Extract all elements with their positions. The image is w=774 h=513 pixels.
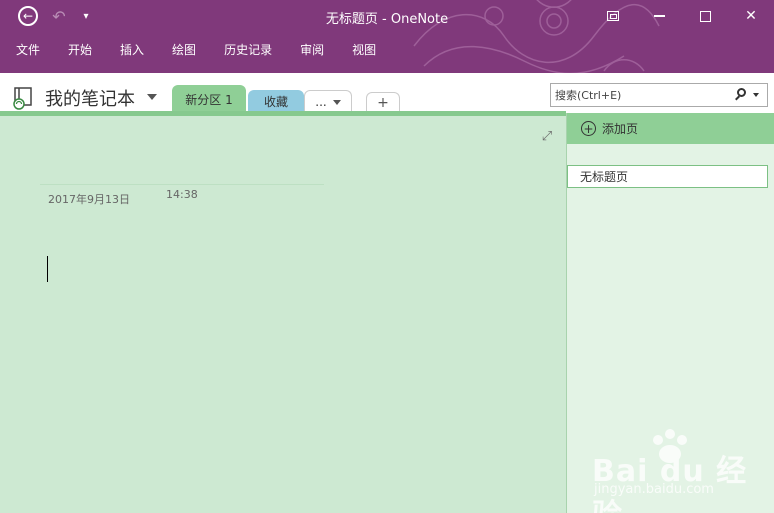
ribbon-tab-view[interactable]: 视图 bbox=[352, 41, 390, 58]
maximize-button[interactable] bbox=[682, 0, 728, 32]
page-title-line bbox=[40, 184, 324, 185]
maximize-icon bbox=[699, 10, 711, 22]
ribbon-tabs: 文件 开始 插入 绘图 历史记录 审阅 视图 bbox=[16, 41, 404, 58]
page-time: 14:38 bbox=[166, 188, 198, 201]
ribbon-tab-home[interactable]: 开始 bbox=[68, 41, 106, 58]
back-arrow-icon: ← bbox=[22, 9, 34, 23]
notebook-sync-icon[interactable] bbox=[12, 86, 36, 110]
section-tab-more[interactable]: ... bbox=[304, 90, 352, 113]
chevron-down-icon bbox=[332, 99, 341, 105]
watermark-brand: Bai du 经验 bbox=[592, 454, 748, 513]
add-circle-icon: + bbox=[581, 121, 596, 136]
quick-access-customize-button[interactable]: ▾ bbox=[80, 11, 92, 22]
notebook-name[interactable]: 我的笔记本 bbox=[45, 85, 135, 111]
section-tab-new-section-1[interactable]: 新分区 1 bbox=[172, 85, 246, 113]
ribbon-tab-file[interactable]: 文件 bbox=[16, 41, 54, 58]
undo-button[interactable]: ↶ bbox=[50, 7, 68, 26]
add-page-button[interactable]: + 添加页 bbox=[567, 113, 774, 144]
notebook-bar: 我的笔记本 新分区 1 收藏 ... + bbox=[0, 73, 774, 113]
search-input[interactable] bbox=[551, 88, 731, 102]
title-bar: ← ↶ ▾ 无标题页 - OneNote ✕ 文件 开始 插入 绘图 历史记录 … bbox=[0, 0, 774, 73]
text-cursor bbox=[47, 256, 48, 282]
minimize-icon bbox=[653, 15, 665, 17]
search-box[interactable] bbox=[550, 83, 768, 107]
ribbon-display-options-button[interactable] bbox=[590, 0, 636, 32]
section-tab-favorites[interactable]: 收藏 bbox=[248, 90, 304, 113]
customize-dropdown-icon: ▾ bbox=[83, 10, 89, 22]
back-button[interactable]: ← bbox=[18, 6, 38, 26]
ribbon-tab-review[interactable]: 审阅 bbox=[300, 41, 338, 58]
page-list-item[interactable]: 无标题页 bbox=[567, 165, 768, 188]
ribbon-options-icon bbox=[607, 11, 619, 21]
undo-icon: ↶ bbox=[52, 6, 66, 26]
search-scope-dropdown-icon[interactable] bbox=[753, 93, 759, 97]
close-button[interactable]: ✕ bbox=[728, 0, 774, 32]
ribbon-tab-insert[interactable]: 插入 bbox=[120, 41, 158, 58]
add-section-button[interactable]: + bbox=[366, 92, 400, 113]
close-icon: ✕ bbox=[745, 8, 757, 24]
full-page-view-icon[interactable]: ⤢ bbox=[540, 130, 554, 144]
ribbon-tab-draw[interactable]: 绘图 bbox=[172, 41, 210, 58]
window-controls: ✕ bbox=[590, 0, 774, 32]
baidu-watermark: Bai du 经验 jingyan.baidu.com bbox=[590, 428, 770, 513]
minimize-button[interactable] bbox=[636, 0, 682, 32]
search-icon[interactable] bbox=[733, 87, 749, 103]
notebook-dropdown-icon[interactable] bbox=[147, 94, 157, 100]
ribbon-tab-history[interactable]: 历史记录 bbox=[224, 41, 286, 58]
add-page-label: 添加页 bbox=[602, 122, 639, 136]
page-canvas[interactable]: ⤢ 2017年9月13日 14:38 bbox=[0, 116, 566, 513]
page-date: 2017年9月13日 bbox=[48, 193, 130, 206]
watermark-url: jingyan.baidu.com bbox=[594, 482, 714, 497]
more-sections-label: ... bbox=[315, 95, 327, 109]
